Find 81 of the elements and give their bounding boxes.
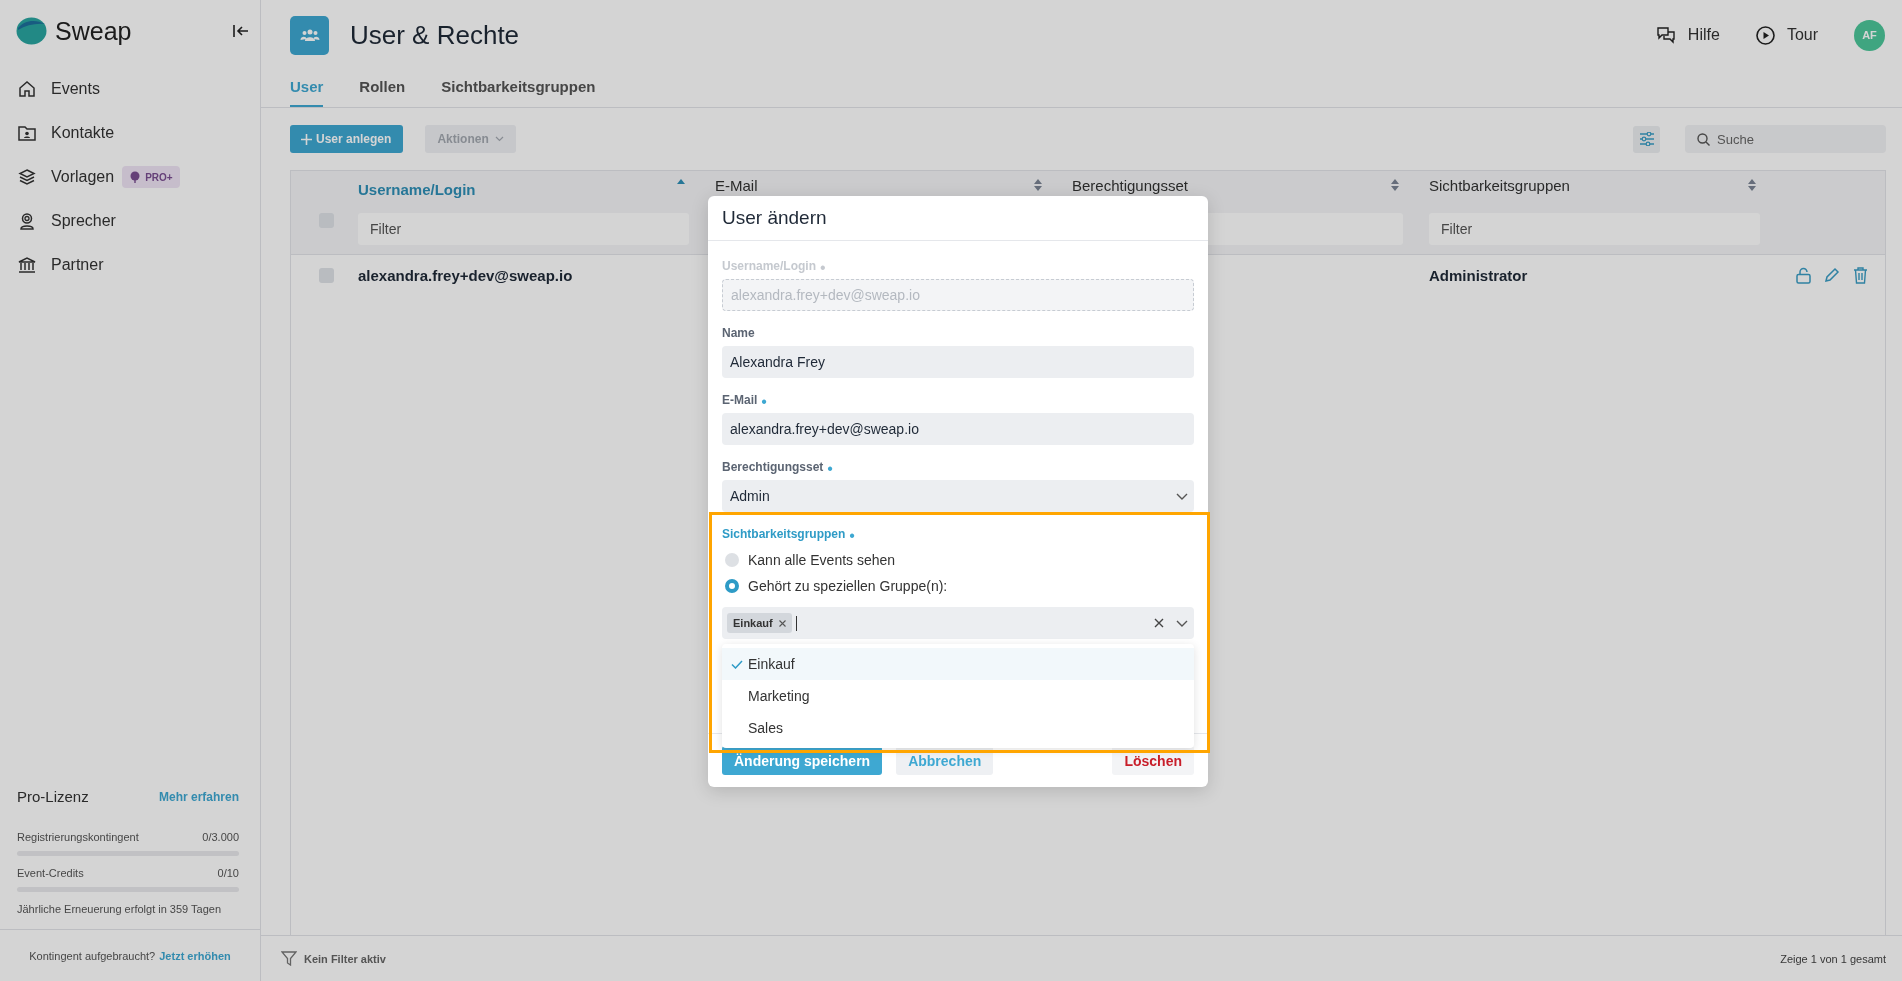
settings-button[interactable] <box>1633 125 1660 153</box>
chat-question-icon <box>1655 26 1676 44</box>
column-header[interactable]: E-Mail <box>715 173 758 194</box>
meter-reading: 0/3.000 <box>202 831 239 843</box>
sort-icon[interactable] <box>1748 179 1756 191</box>
column-header[interactable]: Berechtigungsset <box>1072 173 1188 194</box>
search-field[interactable]: Suche <box>1685 125 1886 153</box>
tag-chip: Einkauf <box>727 613 792 633</box>
dropdown-option[interactable]: Sales <box>722 712 1194 744</box>
radio-button[interactable] <box>725 553 739 567</box>
radio-option[interactable]: Kann alle Events sehen <box>722 547 1194 573</box>
required-mark: • <box>761 393 767 411</box>
tab[interactable]: Sichtbarkeitsgruppen <box>441 78 596 107</box>
filter-status: Kein Filter aktiv <box>304 952 386 965</box>
tab[interactable]: Rollen <box>359 78 406 107</box>
collapse-icon[interactable] <box>233 24 249 38</box>
remove-icon[interactable] <box>778 619 786 627</box>
meter-label: Event-Credits <box>17 867 84 879</box>
meter-reading: 0/10 <box>217 867 239 879</box>
dropdown-option[interactable]: Marketing <box>722 680 1194 712</box>
clear-icon[interactable] <box>1154 618 1164 628</box>
username-cell: alexandra.frey+dev@sweap.io <box>358 266 573 284</box>
funnel-icon <box>281 951 297 966</box>
pro-badge: PRO+ <box>122 166 180 188</box>
field-label: Sichtbarkeitsgruppen <box>722 527 846 543</box>
quota-text: Kontingent aufgebraucht? <box>29 949 156 962</box>
result-count: Zeige 1 von 1 gesamt <box>1780 952 1886 965</box>
nav-item[interactable]: Vorlagen PRO+ <box>17 155 260 199</box>
bank-icon <box>17 255 37 275</box>
radio-option[interactable]: Gehört zu speziellen Gruppe(n): <box>722 573 1194 599</box>
layers-icon <box>17 167 37 187</box>
chevron-down-icon <box>494 136 504 142</box>
chevron-down-icon[interactable] <box>1176 619 1188 627</box>
home-icon <box>17 79 37 99</box>
required-mark: • <box>849 527 855 545</box>
field-label: E-Mail <box>722 393 758 409</box>
text-field[interactable]: alexandra.frey+dev@sweap.io <box>722 413 1194 445</box>
text-cursor <box>795 615 797 631</box>
row-checkbox[interactable] <box>319 267 334 283</box>
dialog-title: User ändern <box>722 207 827 229</box>
radio-button[interactable] <box>725 579 739 593</box>
chevron-down-icon <box>1176 492 1188 500</box>
tour-button[interactable]: Tour <box>1755 25 1818 45</box>
search-icon <box>1697 132 1710 146</box>
logo-icon <box>16 17 47 45</box>
pencil-icon[interactable] <box>1824 267 1840 283</box>
help-button[interactable]: Hilfe <box>1655 26 1720 44</box>
play-icon <box>1755 25 1775 45</box>
sort-icon[interactable] <box>1391 179 1399 191</box>
nav-item[interactable]: Sprecher <box>17 199 260 243</box>
dropdown-option[interactable]: Einkauf <box>722 648 1194 680</box>
column-header[interactable]: Sichtbarkeitsgruppen <box>1429 173 1570 194</box>
filter-field[interactable]: Filter <box>358 213 689 245</box>
field-label: Berechtigungsset <box>722 460 824 476</box>
license-title: Pro-Lizenz <box>17 788 89 805</box>
sliders-icon <box>1638 132 1655 146</box>
required-mark: • <box>820 259 826 277</box>
tree-icon <box>129 171 142 183</box>
page-title: User & Rechte <box>350 19 520 51</box>
renewal-text: Jährliche Erneuerung erfolgt in 359 Tagen <box>17 903 223 915</box>
nav-item[interactable]: Events <box>17 67 260 111</box>
brand-name: Sweap <box>55 16 132 46</box>
users-icon <box>290 15 329 55</box>
lock-icon[interactable] <box>1796 266 1811 284</box>
meter-label: Registrierungskontingent <box>17 831 139 843</box>
sort-icon[interactable] <box>1034 179 1042 191</box>
folder-person-icon <box>17 123 37 143</box>
text-field[interactable]: Alexandra Frey <box>722 346 1194 378</box>
visibility-group-cell: Administrator <box>1429 266 1528 284</box>
plus-icon <box>301 133 312 145</box>
sort-ascending-icon[interactable] <box>677 179 685 184</box>
nav-item[interactable]: Kontakte <box>17 111 260 155</box>
select-field[interactable]: Admin <box>722 480 1194 512</box>
nav-item[interactable]: Partner <box>17 243 260 287</box>
trash-icon[interactable] <box>1853 266 1868 284</box>
field-label: Username/Login <box>722 259 817 275</box>
required-mark: • <box>827 460 833 478</box>
field-label: Name <box>722 326 755 342</box>
filter-field[interactable]: Filter <box>1429 213 1760 245</box>
speaker-icon <box>17 211 37 231</box>
check-icon <box>731 659 743 669</box>
